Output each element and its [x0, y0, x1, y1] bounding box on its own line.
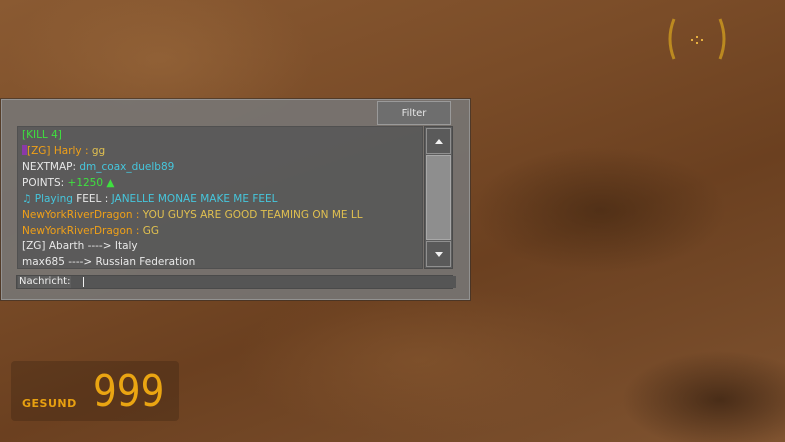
crosshair-icon: [668, 18, 726, 60]
track-title: JANELLE MONAE MAKE ME FEEL: [111, 193, 278, 205]
health-value: 999: [93, 366, 165, 417]
chat-line: NewYorkRiverDragon : GG: [22, 225, 159, 238]
now-playing-prefix: ♫ Playing: [22, 193, 77, 205]
chat-line: POINTS: +1250 ▲: [22, 177, 114, 190]
filter-button[interactable]: Filter: [377, 101, 451, 125]
chat-scrollbar[interactable]: [424, 126, 453, 269]
chat-message: gg: [91, 145, 106, 157]
chat-line: NEXTMAP: dm_coax_duelb89: [22, 161, 174, 174]
health-panel: GESUND 999: [11, 361, 179, 421]
chat-log: [KILL 4] [ZG] Harly : gg NEXTMAP: dm_coa…: [17, 126, 423, 269]
game-scene: Filter [KILL 4] [ZG] Harly : gg NEXTMAP:…: [0, 0, 785, 442]
arrow-up-icon: [434, 138, 443, 144]
chat-line: [ZG] Harly : gg: [22, 145, 105, 158]
message-label: Nachricht:: [18, 276, 72, 288]
points-label: POINTS:: [22, 177, 68, 189]
chat-line: max685 ----> Russian Federation: [22, 256, 196, 268]
chat-line: [KILL 4]: [22, 129, 62, 141]
chat-line: ♫ Playing FEEL : JANELLE MONAE MAKE ME F…: [22, 193, 278, 206]
nextmap-value: dm_coax_duelb89: [79, 161, 175, 173]
message-input[interactable]: [82, 276, 456, 288]
message-row: Nachricht:: [16, 275, 456, 289]
arrow-down-icon: [434, 251, 443, 257]
chat-message: GG: [142, 225, 160, 237]
scroll-down-button[interactable]: [426, 241, 451, 267]
text-caret: [83, 277, 84, 287]
chat-message: YOU GUYS ARE GOOD TEAMING ON ME LL: [142, 209, 363, 221]
chat-line: NewYorkRiverDragon : YOU GUYS ARE GOOD T…: [22, 209, 363, 222]
chat-line: [ZG] Abarth ----> Italy: [22, 240, 138, 252]
scrollbar-thumb[interactable]: [426, 155, 451, 240]
health-label: GESUND: [22, 397, 77, 410]
points-value: +1250 ▲: [67, 177, 115, 189]
nextmap-label: NEXTMAP:: [22, 161, 80, 173]
player-name: NewYorkRiverDragon :: [22, 225, 143, 237]
player-name: [ZG] Harly :: [27, 145, 92, 157]
scroll-up-button[interactable]: [426, 128, 451, 154]
chat-window: Filter [KILL 4] [ZG] Harly : gg NEXTMAP:…: [1, 99, 470, 300]
track-label: FEEL :: [76, 193, 112, 205]
player-name: NewYorkRiverDragon :: [22, 209, 143, 221]
